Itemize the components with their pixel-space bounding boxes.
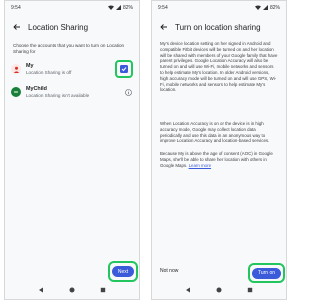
checkbox-highlight: [115, 60, 133, 78]
next-button[interactable]: Next: [111, 266, 135, 277]
status-time: 9:54: [11, 5, 21, 11]
instructions-text: Choose the accounts that you want to tur…: [13, 43, 125, 54]
status-time: 9:54: [158, 5, 168, 11]
recents-nav-icon[interactable]: [247, 280, 253, 298]
learn-more-link[interactable]: Learn more: [189, 163, 211, 168]
info-icon[interactable]: [123, 87, 133, 97]
next-button-highlight: Next: [108, 261, 138, 282]
account-row-mychild[interactable]: MyChild Location Sharing isn't available: [11, 82, 133, 102]
info-paragraph-3-text: Because My is above the age of consent (…: [160, 151, 273, 168]
home-nav-icon[interactable]: [69, 280, 75, 298]
back-nav-icon[interactable]: [38, 280, 44, 298]
battery-level: 82%: [122, 5, 133, 11]
avatar: [11, 87, 21, 97]
system-navigation-bar: [5, 283, 139, 295]
back-nav-icon[interactable]: [185, 280, 191, 298]
info-paragraph-2: When Location Accuracy is on or the devi…: [160, 121, 270, 144]
wifi-icon: [107, 5, 114, 12]
page-title: Location Sharing: [28, 22, 89, 32]
wifi-icon: [254, 5, 261, 12]
info-paragraph-3: Because My is above the age of consent (…: [160, 151, 278, 168]
account-name: My: [26, 63, 34, 69]
status-bar: 9:54 82%: [158, 4, 280, 12]
back-arrow-icon[interactable]: [9, 19, 25, 35]
app-bar: Location Sharing: [5, 17, 139, 37]
account-checkbox[interactable]: [120, 65, 128, 73]
battery-level: 82%: [269, 5, 280, 11]
info-paragraph-1: My's device location setting on her sign…: [160, 41, 278, 93]
recents-nav-icon[interactable]: [100, 280, 106, 298]
account-status: Location Sharing is off: [26, 70, 72, 75]
location-sharing-screen: 9:54 82% Location Sharing Choose the acc…: [4, 0, 140, 300]
not-now-button[interactable]: Not now: [160, 268, 178, 274]
page-title: Turn on location sharing: [175, 22, 261, 32]
turn-on-button[interactable]: Turn on: [251, 267, 282, 279]
turn-on-button-highlight: Turn on: [248, 263, 285, 283]
account-status: Location Sharing isn't available: [26, 93, 90, 98]
home-nav-icon[interactable]: [216, 280, 222, 298]
signal-icon: [262, 4, 268, 12]
status-bar: 9:54 82%: [11, 4, 133, 12]
account-name: MyChild: [26, 86, 47, 92]
app-bar: Turn on location sharing: [152, 17, 286, 37]
account-row-my[interactable]: My Location Sharing is off: [11, 59, 133, 79]
signal-icon: [115, 4, 121, 12]
system-navigation-bar: [152, 283, 286, 295]
back-arrow-icon[interactable]: [156, 19, 172, 35]
avatar: [11, 64, 21, 74]
turn-on-location-sharing-screen: 9:54 82% Turn on location sharing My's d…: [151, 0, 287, 300]
